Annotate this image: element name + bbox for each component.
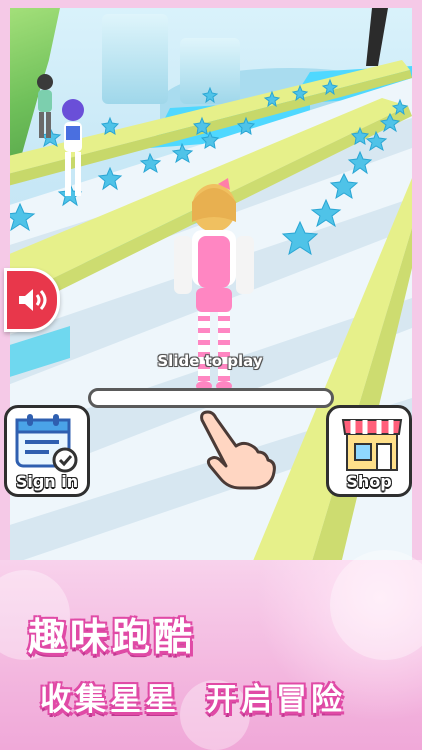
star-collectible	[97, 166, 123, 191]
decor-bubble	[330, 550, 422, 660]
star-collectible	[347, 150, 373, 175]
star-collectible	[171, 142, 194, 164]
rival-runner	[37, 74, 53, 138]
star-collectible	[100, 116, 120, 135]
star-collectible	[329, 172, 359, 200]
star-collectible	[263, 90, 281, 108]
slide-to-play-slider[interactable]	[88, 388, 334, 408]
star-collectible	[201, 86, 219, 104]
banner-subtitle: 收集星星 开启冒险	[40, 674, 346, 719]
banner-title: 趣味跑酷	[28, 615, 197, 659]
star-collectible	[350, 126, 370, 145]
rival-runner	[62, 99, 84, 196]
banner-subtitle-part2: 开启冒险	[206, 682, 346, 718]
sign-in-button[interactable]: Sign in	[4, 405, 90, 497]
star-collectible	[321, 78, 339, 96]
star-collectible	[310, 198, 342, 228]
shop-button[interactable]: Shop	[326, 405, 412, 497]
store-awning-icon	[341, 419, 403, 471]
speaker-icon	[19, 289, 47, 311]
star-collectible	[192, 116, 212, 135]
slide-to-play-label: Slide to play	[157, 352, 263, 370]
star-collectible	[139, 152, 162, 174]
star-collectible	[379, 112, 401, 133]
star-collectible	[365, 130, 388, 152]
sign-in-label: Sign in	[15, 472, 79, 491]
star-collectible	[236, 116, 256, 135]
game-screen: Slide to play Sign in Shop 趣味跑酷 收集星星 开启冒…	[0, 0, 422, 750]
sound-toggle-button[interactable]	[4, 268, 60, 332]
star-collectible	[10, 202, 36, 232]
star-collectible	[200, 130, 220, 149]
star-collectible	[281, 220, 319, 256]
banner-subtitle-part1: 收集星星	[40, 682, 180, 718]
shop-label: Shop	[346, 472, 392, 491]
star-collectible	[291, 84, 309, 102]
calendar-check-icon	[15, 414, 78, 473]
pointing-hand-icon	[200, 410, 276, 490]
star-collectible	[391, 98, 409, 116]
